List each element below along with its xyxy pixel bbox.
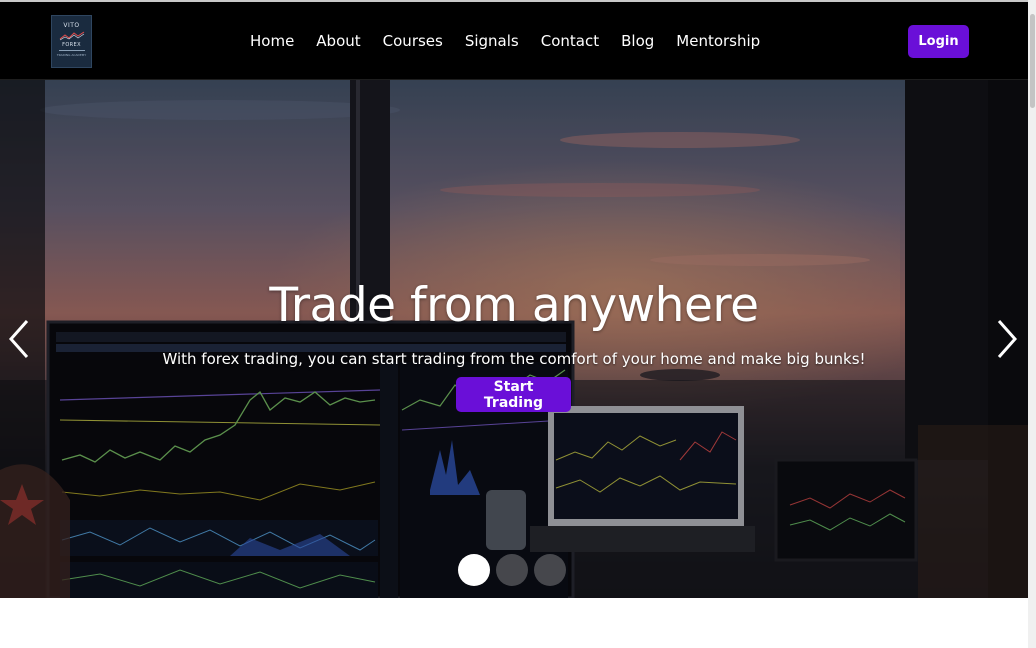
nav-link-contact[interactable]: Contact	[541, 32, 599, 50]
start-trading-button[interactable]: Start Trading	[456, 377, 571, 412]
hero-overlay	[0, 80, 1028, 598]
carousel-prev-button[interactable]	[5, 317, 33, 361]
carousel-indicators	[458, 554, 566, 586]
scrollbar-thumb[interactable]	[1030, 14, 1035, 108]
hero-title: Trade from anywhere	[269, 278, 759, 333]
nav-link-courses[interactable]: Courses	[383, 32, 443, 50]
carousel-indicator-1[interactable]	[458, 554, 490, 586]
carousel-next-button[interactable]	[993, 317, 1021, 361]
navbar: VITO FOREX TRADING ACADEMY Home About Co…	[0, 2, 1028, 80]
page: VITO FOREX TRADING ACADEMY Home About Co…	[0, 0, 1036, 648]
carousel-indicator-3[interactable]	[534, 554, 566, 586]
nav-link-about[interactable]: About	[316, 32, 360, 50]
nav-link-home[interactable]: Home	[250, 32, 294, 50]
nav-link-mentorship[interactable]: Mentorship	[676, 32, 760, 50]
logo-divider	[58, 50, 85, 51]
logo-text-bottom: FOREX	[62, 42, 81, 48]
login-button[interactable]: Login	[908, 25, 969, 58]
nav-link-signals[interactable]: Signals	[465, 32, 519, 50]
hero-subtitle: With forex trading, you can start tradin…	[162, 350, 866, 368]
chevron-right-icon	[997, 320, 1018, 358]
chevron-left-icon	[8, 320, 29, 358]
main-nav: Home About Courses Signals Contact Blog …	[250, 32, 760, 50]
content-area	[0, 598, 1028, 648]
logo-chart-icon	[59, 31, 84, 41]
nav-link-blog[interactable]: Blog	[621, 32, 654, 50]
carousel-indicator-2[interactable]	[496, 554, 528, 586]
logo-tagline: TRADING ACADEMY	[56, 53, 87, 57]
brand-logo[interactable]: VITO FOREX TRADING ACADEMY	[51, 15, 92, 68]
hero-carousel: Trade from anywhere With forex trading, …	[0, 80, 1028, 598]
logo-text-top: VITO	[63, 22, 80, 29]
